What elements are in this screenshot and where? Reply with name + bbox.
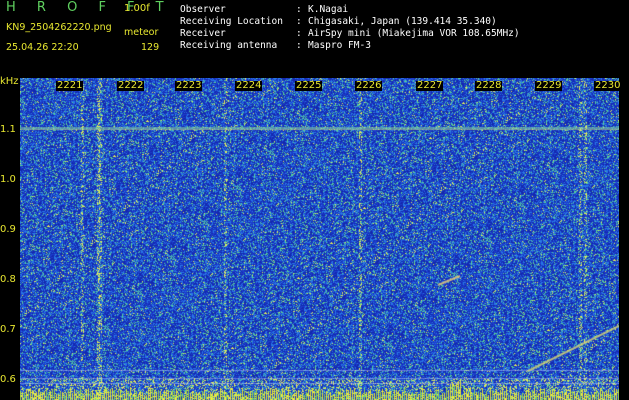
meta-value-location: Chigasaki, Japan (139.414 35.340) <box>308 16 497 27</box>
app-version: 1.00f <box>124 3 150 14</box>
y-tick-label: 0.8 <box>0 274 16 285</box>
y-tick-label: 1.1 <box>0 124 16 135</box>
meta-label-location: Receiving Location <box>180 16 283 27</box>
x-tick-label: 2226 <box>355 80 383 91</box>
mode-label: meteor <box>124 27 159 38</box>
x-tick-label: 2229 <box>535 80 563 91</box>
x-tick-label: 2221 <box>56 80 84 91</box>
x-tick-label: 2222 <box>117 80 145 91</box>
meta-value-antenna: Maspro FM-3 <box>308 40 371 51</box>
meta-colon: : <box>296 40 302 51</box>
file-timestamp: 25.04.26 22:20 <box>6 42 79 53</box>
x-tick-label: 2228 <box>475 80 503 91</box>
right-margin <box>619 78 629 400</box>
meta-value-receiver: AirSpy mini (Miakejima VOR 108.65MHz) <box>308 28 520 39</box>
y-tick-label: 0.6 <box>0 374 16 385</box>
y-tick-label: 0.7 <box>0 324 16 335</box>
x-tick-label: 2225 <box>295 80 323 91</box>
spectrogram-plot[interactable] <box>20 78 619 400</box>
y-axis-unit: kHz <box>0 76 19 87</box>
file-name: KN9_2504262220.png <box>6 22 112 33</box>
x-tick-label: 2227 <box>416 80 444 91</box>
y-tick-label: 0.9 <box>0 224 16 235</box>
detection-count: 129 <box>141 42 160 53</box>
meta-colon: : <box>296 16 302 27</box>
meta-label-antenna: Receiving antenna <box>180 40 278 51</box>
meta-label-receiver: Receiver <box>180 28 226 39</box>
meta-colon: : <box>296 4 302 15</box>
spectrogram-canvas <box>20 78 619 400</box>
meta-value-observer: K.Nagai <box>308 4 349 15</box>
y-tick-label: 1.0 <box>0 174 16 185</box>
header-panel: H R O F F T 1.00f KN9_2504262220.png met… <box>0 0 629 78</box>
x-tick-label: 2230 <box>594 80 622 91</box>
x-tick-label: 2224 <box>235 80 263 91</box>
meta-colon: : <box>296 28 302 39</box>
x-tick-label: 2223 <box>175 80 203 91</box>
meta-label-observer: Observer <box>180 4 226 15</box>
